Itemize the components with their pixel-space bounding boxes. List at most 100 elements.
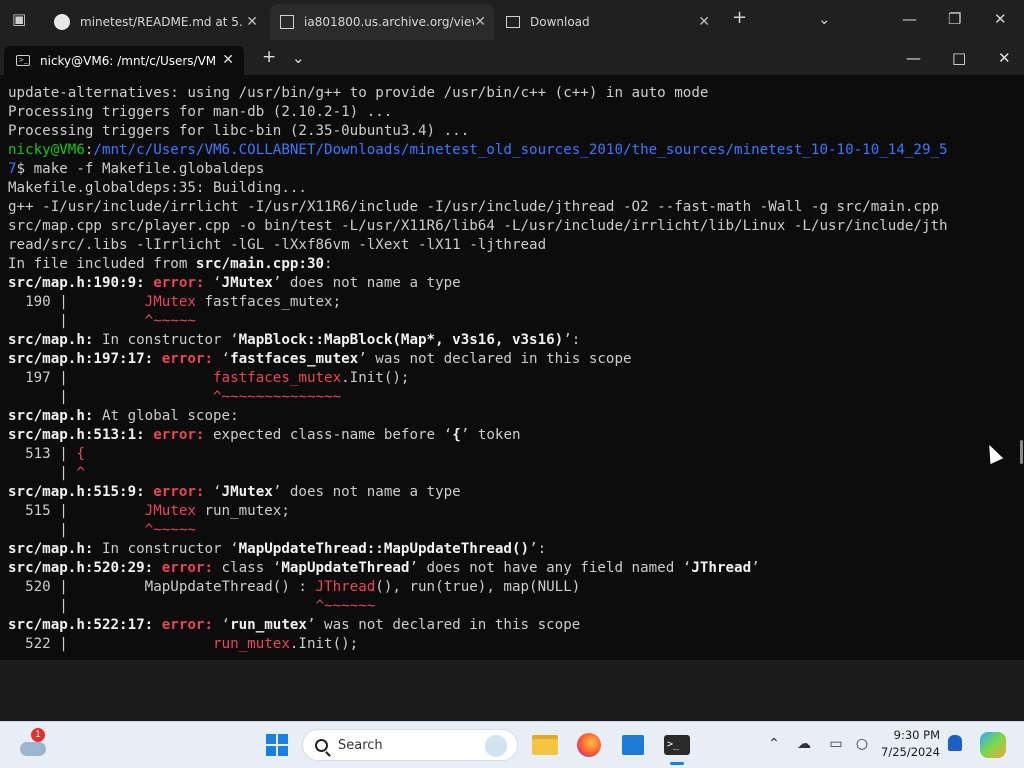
chevron-down-icon[interactable]: ⌄ xyxy=(818,10,831,28)
file-explorer-button[interactable] xyxy=(530,730,560,760)
terminal-text: 513 | xyxy=(8,446,77,462)
terminal-text: JThread xyxy=(315,579,376,595)
firefox-button[interactable] xyxy=(574,730,604,760)
clock-time: 9:30 PM xyxy=(893,728,940,742)
terminal-text: (), run(true), map(NULL) xyxy=(375,579,581,595)
terminal-line: g++ -I/usr/include/irrlicht -I/usr/X11R6… xyxy=(8,198,1024,217)
scrollbar-thumb[interactable] xyxy=(1020,440,1023,464)
new-tab-icon[interactable]: + xyxy=(732,7,747,28)
terminal-text: In constructor ‘ xyxy=(93,541,239,557)
terminal-text: fastfaces_mutex xyxy=(213,370,342,386)
weather-widget[interactable]: 1 xyxy=(18,728,48,760)
taskbar-clock[interactable]: 9:30 PM 7/25/2024 xyxy=(872,727,940,761)
close-icon[interactable]: ✕ xyxy=(994,10,1007,28)
minimize-icon[interactable]: — xyxy=(902,10,917,28)
terminal-line: | ^~~~~~~~~~~~~~~ xyxy=(8,388,1024,407)
tab-actions-icon[interactable]: ▣ xyxy=(12,10,26,28)
terminal-text: 190 | xyxy=(8,294,145,310)
terminal-line: 513 | { xyxy=(8,445,1024,464)
terminal-text: ’ does not name a type xyxy=(272,484,461,500)
terminal-text: ^~~~~~~ xyxy=(315,598,376,614)
search-icon xyxy=(315,738,328,752)
terminal-text: error: xyxy=(153,275,214,291)
close-tab-icon[interactable]: ✕ xyxy=(698,14,710,30)
terminal-text: MapUpdateThread::MapUpdateThread() xyxy=(238,541,530,557)
terminal-text: ’ was not declared in this scope xyxy=(306,617,581,633)
terminal-text: run_mutex; xyxy=(195,503,290,519)
terminal-window: >_ nicky@VM6: /mnt/c/Users/VM ✕ + ⌄ — □ … xyxy=(0,44,1024,660)
terminal-text: read/src/.libs -lIrrlicht -lGL -lXxf86vm… xyxy=(8,237,547,253)
terminal-text: g++ -I/usr/include/irrlicht -I/usr/X11R6… xyxy=(8,199,940,215)
github-icon xyxy=(54,14,70,30)
terminal-text: class ‘ xyxy=(221,560,282,576)
terminal-text: error: xyxy=(153,484,214,500)
taskbar-search[interactable]: Search xyxy=(302,729,518,761)
close-tab-icon[interactable]: ✕ xyxy=(246,14,258,30)
cloud-icon xyxy=(20,742,46,756)
terminal-text: 522 | xyxy=(8,636,213,652)
browser-tab-strip: ▣ minetest/README.md at 5.6.1 ✕ ia801800… xyxy=(0,0,1024,44)
terminal-text: ’ xyxy=(751,560,760,576)
terminal-text: ^~~~~~~~~~~~~~~ xyxy=(213,389,342,405)
new-tab-icon[interactable]: + xyxy=(262,47,276,67)
terminal-text: ’ was not declared in this scope xyxy=(358,351,632,367)
terminal-text: 520 | MapUpdateThread() : xyxy=(8,579,316,595)
terminal-text: ^~~~~~ xyxy=(144,522,196,538)
browser-tab-download[interactable]: Download ✕ xyxy=(496,4,718,40)
terminal-text: | xyxy=(8,389,213,405)
terminal-text: $ make -f Makefile.globaldeps xyxy=(16,161,265,177)
browser-tab-archive[interactable]: ia801800.us.archive.org/view_a ✕ xyxy=(270,4,494,40)
terminal-text: src/map.h:520:29: xyxy=(8,560,162,576)
terminal-text: ’ does not name a type xyxy=(272,275,461,291)
terminal-text: src/map.h: xyxy=(8,408,94,424)
active-indicator xyxy=(670,762,684,765)
terminal-text: src/map.h: xyxy=(8,541,94,557)
browser-tab-title: minetest/README.md at 5.6.1 xyxy=(80,15,242,29)
store-button[interactable] xyxy=(618,730,648,760)
terminal-line: src/map.h: At global scope: xyxy=(8,407,1024,426)
terminal-line: src/map.h:520:29: error: class ‘MapUpdat… xyxy=(8,559,1024,578)
restore-icon[interactable]: ❐ xyxy=(948,10,961,28)
browser-tab-title: Download xyxy=(530,15,590,29)
terminal-line: | ^~~~~~~ xyxy=(8,597,1024,616)
terminal-text: 197 | xyxy=(8,370,213,386)
terminal-text: error: xyxy=(161,351,222,367)
terminal-icon: >_ xyxy=(664,735,690,755)
terminal-text: { xyxy=(452,427,461,443)
close-tab-icon[interactable]: ✕ xyxy=(474,14,486,30)
terminal-line: 7$ make -f Makefile.globaldeps xyxy=(8,160,1024,179)
terminal-text: fastfaces_mutex xyxy=(230,351,359,367)
network-icon[interactable]: ○ xyxy=(852,734,872,754)
terminal-text: error: xyxy=(161,560,222,576)
chevron-up-icon[interactable]: ⌃ xyxy=(764,734,784,754)
terminal-line: src/map.h:197:17: error: ‘fastfaces_mute… xyxy=(8,350,1024,369)
start-button[interactable] xyxy=(262,730,292,760)
maximize-icon[interactable]: □ xyxy=(952,49,966,67)
terminal-text: .Init(); xyxy=(289,636,359,652)
browser-tab-readme[interactable]: minetest/README.md at 5.6.1 ✕ xyxy=(44,4,266,40)
terminal-output[interactable]: update-alternatives: using /usr/bin/g++ … xyxy=(0,75,1024,660)
display-icon[interactable]: ▭ xyxy=(826,734,846,754)
terminal-text: Processing triggers for man-db (2.10.2-1… xyxy=(8,104,393,120)
notification-bell-icon[interactable] xyxy=(948,735,962,751)
terminal-text: ^~~~~~ xyxy=(144,313,196,329)
terminal-line: src/map.h:190:9: error: ‘JMutex’ does no… xyxy=(8,274,1024,293)
terminal-taskbar-button[interactable]: >_ xyxy=(662,730,692,765)
onedrive-icon[interactable]: ☁ xyxy=(794,734,814,754)
terminal-text: /mnt/c/Users/VM6.COLLABNET/Downloads/min… xyxy=(93,142,948,158)
chevron-down-icon[interactable]: ⌄ xyxy=(292,49,305,67)
terminal-text: At global scope: xyxy=(93,408,239,424)
firefox-icon xyxy=(577,733,601,757)
search-highlight-icon xyxy=(485,735,507,757)
terminal-line: In file included from src/main.cpp:30: xyxy=(8,255,1024,274)
terminal-line: nicky@VM6:/mnt/c/Users/VM6.COLLABNET/Dow… xyxy=(8,141,1024,160)
copilot-icon[interactable] xyxy=(980,732,1006,758)
close-icon[interactable]: ✕ xyxy=(998,49,1011,67)
terminal-text: Makefile.globaldeps:35: Building... xyxy=(8,180,307,196)
close-tab-icon[interactable]: ✕ xyxy=(222,52,234,68)
minimize-icon[interactable]: — xyxy=(906,49,921,67)
terminal-text: : xyxy=(324,256,333,272)
terminal-text: ‘ xyxy=(213,275,222,291)
terminal-tab[interactable]: >_ nicky@VM6: /mnt/c/Users/VM ✕ xyxy=(4,46,244,75)
terminal-text: In file included from xyxy=(8,256,196,272)
